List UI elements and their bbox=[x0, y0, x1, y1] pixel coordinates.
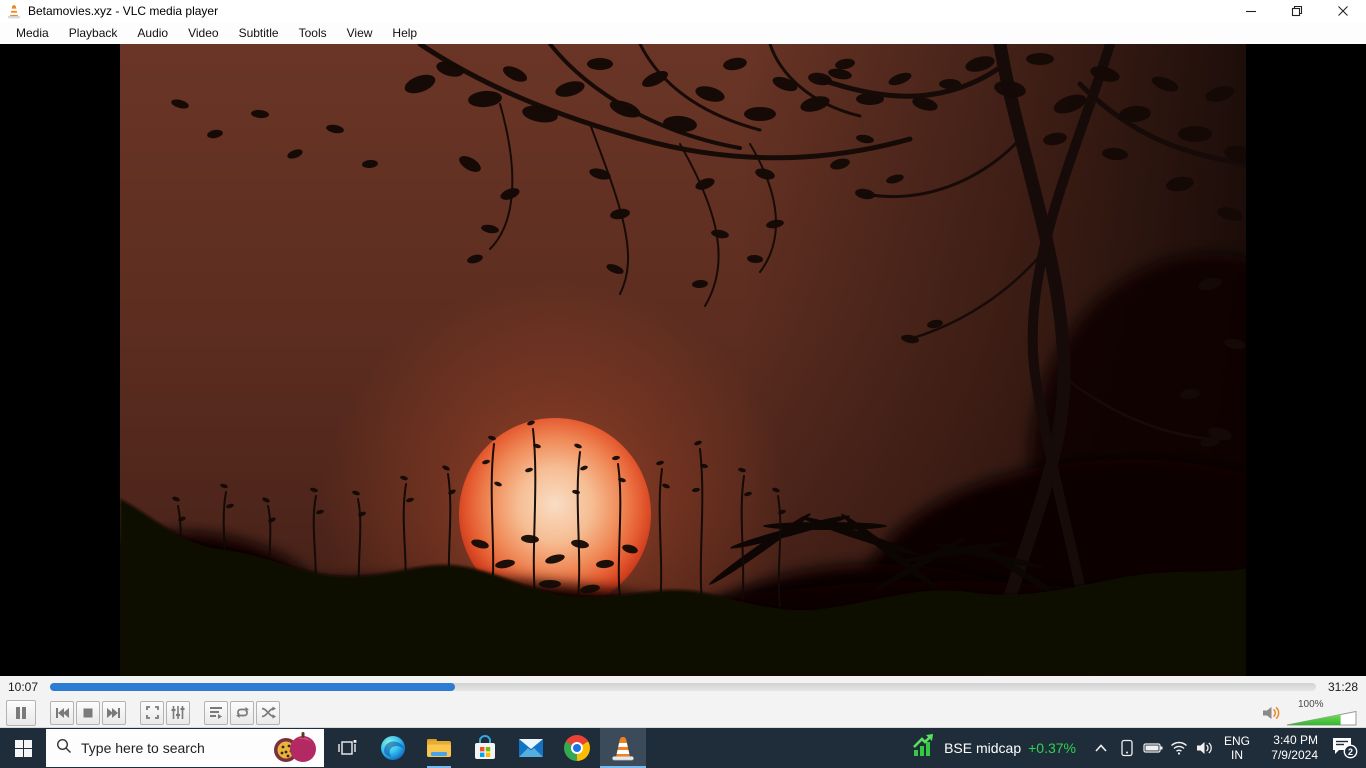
system-tray: BSE midcap +0.37% bbox=[899, 728, 1366, 768]
vlc-taskbar-icon[interactable] bbox=[600, 728, 646, 768]
vlc-cone-icon bbox=[6, 3, 22, 19]
file-explorer-icon[interactable] bbox=[416, 728, 462, 768]
task-view-button[interactable] bbox=[324, 728, 370, 768]
menu-help[interactable]: Help bbox=[382, 23, 427, 43]
edge-icon[interactable] bbox=[370, 728, 416, 768]
stock-change: +0.37% bbox=[1028, 740, 1076, 756]
taskbar-search-input[interactable]: Type here to search bbox=[46, 729, 324, 767]
action-center-button[interactable]: 2 bbox=[1322, 735, 1366, 761]
menu-playback[interactable]: Playback bbox=[59, 23, 128, 43]
phone-icon[interactable] bbox=[1114, 728, 1140, 768]
seek-row: 10:07 31:28 bbox=[0, 676, 1366, 698]
taskbar-clock[interactable]: 3:40 PM 7/9/2024 bbox=[1256, 733, 1322, 763]
player-controls: 100% bbox=[0, 698, 1366, 728]
stop-button[interactable] bbox=[76, 701, 100, 725]
extended-settings-button[interactable] bbox=[166, 701, 190, 725]
menu-subtitle[interactable]: Subtitle bbox=[229, 23, 289, 43]
title-bar: Betamovies.xyz - VLC media player bbox=[0, 0, 1366, 22]
video-display[interactable] bbox=[0, 44, 1366, 676]
next-button[interactable] bbox=[102, 701, 126, 725]
search-placeholder: Type here to search bbox=[81, 740, 205, 756]
volume-fill bbox=[1286, 710, 1341, 726]
playlist-button[interactable] bbox=[204, 701, 228, 725]
chevron-up-icon[interactable] bbox=[1088, 728, 1114, 768]
volume-area: 100% bbox=[1261, 700, 1360, 726]
chrome-center bbox=[573, 744, 581, 752]
volume-percent-label: 100% bbox=[1298, 700, 1324, 710]
previous-button[interactable] bbox=[50, 701, 74, 725]
stock-name: BSE midcap bbox=[944, 740, 1021, 756]
sunset-video-frame bbox=[120, 44, 1246, 676]
clock-date: 7/9/2024 bbox=[1256, 748, 1318, 763]
speaker-icon[interactable] bbox=[1261, 705, 1281, 726]
chrome-icon[interactable] bbox=[554, 728, 600, 768]
start-button[interactable] bbox=[0, 728, 46, 768]
passion-fruit-search-image bbox=[270, 730, 318, 768]
language-primary: ENG bbox=[1218, 734, 1256, 748]
tray-speaker-icon[interactable] bbox=[1192, 728, 1218, 768]
language-indicator[interactable]: ENG IN bbox=[1218, 734, 1256, 762]
language-secondary: IN bbox=[1218, 748, 1256, 762]
fullscreen-button[interactable] bbox=[140, 701, 164, 725]
notification-badge: 2 bbox=[1348, 747, 1353, 757]
stock-ticker-widget[interactable]: BSE midcap +0.37% bbox=[899, 733, 1088, 764]
volume-slider[interactable] bbox=[1286, 710, 1358, 726]
menu-view[interactable]: View bbox=[337, 23, 383, 43]
menu-audio[interactable]: Audio bbox=[127, 23, 178, 43]
stock-up-icon bbox=[911, 733, 937, 764]
minimize-button[interactable] bbox=[1228, 0, 1274, 22]
menu-media[interactable]: Media bbox=[6, 23, 59, 43]
search-icon bbox=[56, 738, 72, 759]
random-button[interactable] bbox=[256, 701, 280, 725]
seek-fill bbox=[50, 683, 455, 691]
loop-button[interactable] bbox=[230, 701, 254, 725]
close-button[interactable] bbox=[1320, 0, 1366, 22]
seek-bar[interactable] bbox=[50, 683, 1316, 691]
clock-time: 3:40 PM bbox=[1256, 733, 1318, 748]
vlc-window: Betamovies.xyz - VLC media player Media … bbox=[0, 0, 1366, 768]
pause-button[interactable] bbox=[6, 700, 36, 726]
wifi-icon[interactable] bbox=[1166, 728, 1192, 768]
windows-taskbar: Type here to search bbox=[0, 728, 1366, 768]
total-time: 31:28 bbox=[1324, 680, 1358, 694]
battery-icon[interactable] bbox=[1140, 728, 1166, 768]
menu-bar: Media Playback Audio Video Subtitle Tool… bbox=[0, 22, 1366, 44]
menu-tools[interactable]: Tools bbox=[289, 23, 337, 43]
mail-icon[interactable] bbox=[508, 728, 554, 768]
menu-video[interactable]: Video bbox=[178, 23, 228, 43]
elapsed-time: 10:07 bbox=[8, 680, 42, 694]
window-title: Betamovies.xyz - VLC media player bbox=[28, 4, 218, 18]
microsoft-store-icon[interactable] bbox=[462, 728, 508, 768]
restore-button[interactable] bbox=[1274, 0, 1320, 22]
